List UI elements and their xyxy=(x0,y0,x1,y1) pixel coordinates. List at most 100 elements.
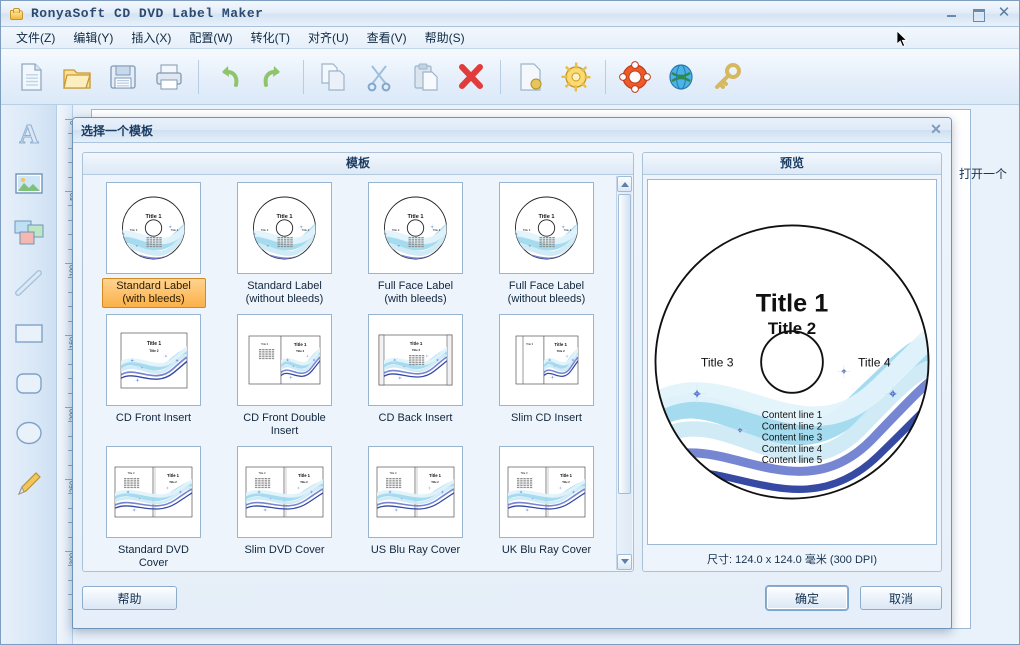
rounded-rectangle-tool-icon[interactable] xyxy=(9,363,49,403)
line-tool-icon[interactable] xyxy=(9,263,49,303)
svg-text:Title 4: Title 4 xyxy=(564,228,572,232)
text-tool-icon[interactable]: A xyxy=(9,113,49,153)
minimize-button[interactable] xyxy=(943,5,961,21)
svg-text:Content line 4: Content line 4 xyxy=(762,444,823,455)
template-label: CD Front Insert xyxy=(115,412,192,424)
template-thumbnail[interactable]: Title 1 Title 2 xyxy=(368,314,463,406)
svg-text:Title 1: Title 1 xyxy=(145,214,161,220)
template-item[interactable]: Title 1 Title 2 Title 3 CD Front Double Ins… xyxy=(219,314,350,440)
template-item[interactable]: Title 1Title 2Title 3Title 4Full Face La… xyxy=(481,182,612,308)
preview-panel: 预览 Title 1 Title 2 Title 3 Title 4 Content l… xyxy=(642,152,942,572)
lifebuoy-support-icon[interactable] xyxy=(613,55,657,99)
new-document-icon[interactable] xyxy=(9,55,53,99)
page-setup-icon[interactable] xyxy=(508,55,552,99)
svg-text:Title 2: Title 2 xyxy=(768,319,816,338)
key-register-icon[interactable] xyxy=(705,55,749,99)
template-thumbnail[interactable]: Title 1Title 2Title 3Title 4 xyxy=(237,182,332,274)
open-folder-icon[interactable] xyxy=(55,55,99,99)
drawing-tool-strip: A xyxy=(1,105,57,644)
window-controls: ✕ xyxy=(943,5,1013,22)
svg-text:Content line 3: Content line 3 xyxy=(762,433,823,444)
template-item[interactable]: Title 1 Title 2 CD Front Insert xyxy=(88,314,219,440)
svg-text:Title 3: Title 3 xyxy=(130,228,138,232)
save-disk-icon[interactable] xyxy=(101,55,145,99)
template-item[interactable]: Title 1Title 2Title 3Title 4Standard Lab… xyxy=(219,182,350,308)
scroll-down-button[interactable] xyxy=(617,554,632,570)
template-thumbnail[interactable]: Title 1 Title 2 Title 3 xyxy=(499,314,594,406)
pencil-tool-icon[interactable] xyxy=(9,463,49,503)
menu-align[interactable]: 对齐(U) xyxy=(299,27,358,48)
menu-file[interactable]: 文件(Z) xyxy=(7,27,64,48)
template-label: CD Back Insert xyxy=(378,412,453,424)
template-label: Slim CD Insert xyxy=(511,412,582,424)
image-tool-icon[interactable] xyxy=(9,163,49,203)
svg-text:Title 2: Title 2 xyxy=(557,349,565,353)
template-thumbnail[interactable]: Title 1 Title 2 xyxy=(106,314,201,406)
maximize-button[interactable] xyxy=(969,5,987,22)
template-thumbnail[interactable]: Title 1Title 2Title 3Title 4 xyxy=(106,182,201,274)
template-thumbnail[interactable]: Title 1 Title 2 Title 3 xyxy=(499,446,594,538)
globe-web-icon[interactable] xyxy=(659,55,703,99)
window-title: RonyaSoft CD DVD Label Maker xyxy=(31,6,264,21)
template-thumbnail[interactable]: Title 1 Title 2 Title 3 xyxy=(237,314,332,406)
templates-scrollbar[interactable] xyxy=(616,176,632,570)
help-button[interactable]: 帮助 xyxy=(82,586,177,610)
menu-help[interactable]: 帮助(S) xyxy=(416,27,474,48)
cancel-button[interactable]: 取消 xyxy=(860,586,942,610)
template-item[interactable]: Title 1Title 2Title 3Title 4Full Face La… xyxy=(350,182,481,308)
print-icon[interactable] xyxy=(147,55,191,99)
template-thumbnail[interactable]: Title 1Title 2Title 3Title 4 xyxy=(499,182,594,274)
template-thumbnail[interactable]: Title 1 Title 2 Title 3 xyxy=(106,446,201,538)
title-bar: RonyaSoft CD DVD Label Maker ✕ xyxy=(1,1,1019,27)
svg-text:A: A xyxy=(19,119,39,149)
svg-text:Title 1: Title 1 xyxy=(167,473,180,478)
template-thumbnail[interactable]: Title 1 Title 2 Title 3 xyxy=(368,446,463,538)
dialog-title-bar: 选择一个模板 ✕ xyxy=(73,118,951,143)
menu-convert[interactable]: 转化(T) xyxy=(242,27,299,48)
svg-text:Title 4: Title 4 xyxy=(302,228,310,232)
template-item[interactable]: Title 1Title 2Title 3Title 4 Standard Lab… xyxy=(88,182,219,308)
templates-scroll-region[interactable]: Title 1 Title 2 Title 3 Title 4 Standard Lab… xyxy=(84,176,616,570)
template-item[interactable]: Title 1 Title 2 Title 3 UK Blu Ray Cover xyxy=(481,446,612,570)
toolbar-separator xyxy=(303,59,304,94)
dialog-close-icon[interactable]: ✕ xyxy=(928,122,944,138)
paste-icon[interactable] xyxy=(403,55,447,99)
template-thumbnail[interactable]: Title 1Title 2Title 3Title 4 xyxy=(368,182,463,274)
template-item[interactable]: Title 1 Title 2 CD Back Insert xyxy=(350,314,481,440)
menu-configure[interactable]: 配置(W) xyxy=(180,27,241,48)
main-toolbar xyxy=(1,49,1019,105)
menu-insert[interactable]: 插入(X) xyxy=(122,27,180,48)
template-item[interactable]: Title 1 Title 2 Title 3 Slim CD Insert xyxy=(481,314,612,440)
menu-bar: 文件(Z) 编辑(Y) 插入(X) 配置(W) 转化(T) 对齐(U) 查看(V) 帮助(S) xyxy=(1,27,1019,49)
select-template-dialog: 选择一个模板 ✕ 模板 Title 1Title 2Title 3Title 4… xyxy=(72,117,952,629)
redo-icon[interactable] xyxy=(252,55,296,99)
menu-edit[interactable]: 编辑(Y) xyxy=(64,27,122,48)
rectangle-tool-icon[interactable] xyxy=(9,313,49,353)
template-label: Standard Label (with bleeds) xyxy=(101,278,206,308)
scroll-up-button[interactable] xyxy=(617,176,632,192)
ok-button[interactable]: 确定 xyxy=(766,586,848,610)
collage-tool-icon[interactable] xyxy=(9,213,49,253)
template-item[interactable]: Title 1 Title 2 Title 3 Standard DVD Cover xyxy=(88,446,219,570)
ellipse-tool-icon[interactable] xyxy=(9,413,49,453)
copy-icon[interactable] xyxy=(311,55,355,99)
undo-icon[interactable] xyxy=(206,55,250,99)
scrollbar-thumb[interactable] xyxy=(618,194,631,494)
menu-view[interactable]: 查看(V) xyxy=(358,27,416,48)
svg-text:Title 2: Title 2 xyxy=(300,480,308,484)
settings-gear-icon[interactable] xyxy=(554,55,598,99)
delete-x-icon[interactable] xyxy=(449,55,493,99)
ruler-tick xyxy=(65,119,72,120)
left-tool-column: A 050100150200250300 xyxy=(1,105,73,644)
cut-scissors-icon[interactable] xyxy=(357,55,401,99)
close-icon[interactable]: ✕ xyxy=(995,5,1013,21)
templates-grid: Title 1 Title 2 Title 3 Title 4 Standard Lab… xyxy=(84,176,616,570)
template-item[interactable]: Title 1 Title 2 Title 3 US Blu Ray Cover xyxy=(350,446,481,570)
template-item[interactable]: Title 1 Title 2 Title 3 Slim DVD Cover xyxy=(219,446,350,570)
svg-text:Title 2: Title 2 xyxy=(296,349,304,353)
template-thumbnail[interactable]: Title 1 Title 2 Title 3 xyxy=(237,446,332,538)
svg-text:Title 1: Title 1 xyxy=(294,342,307,347)
svg-text:Content line 2: Content line 2 xyxy=(762,421,822,432)
vertical-ruler: 050100150200250300 xyxy=(57,105,73,644)
template-label: US Blu Ray Cover xyxy=(370,544,461,556)
